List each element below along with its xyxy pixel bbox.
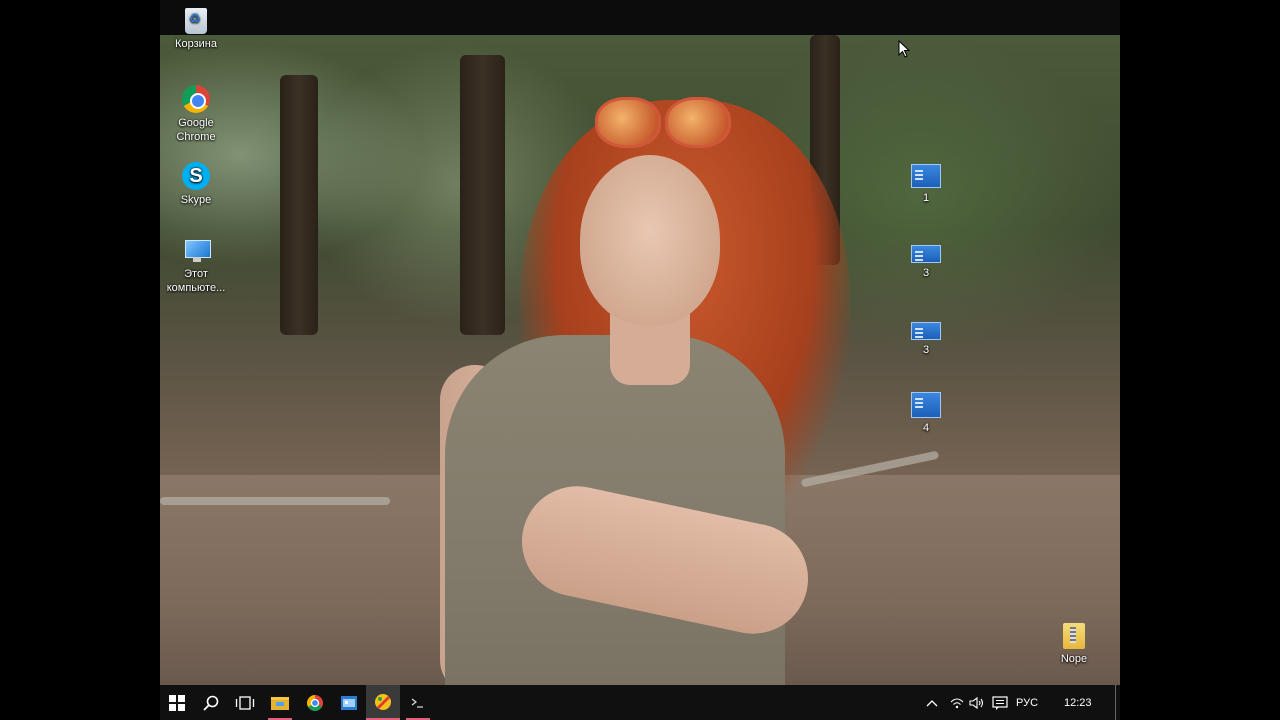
search-icon [203,695,219,711]
tray-volume[interactable] [968,685,986,720]
tray-action-center[interactable] [990,685,1010,720]
chrome-icon [182,85,210,113]
window-file-icon [911,322,941,340]
taskbar-app[interactable] [332,685,366,720]
desktop-icon-label: 3 [922,267,930,279]
chrome-icon [307,694,323,711]
desktop-icon-label: Skype [180,194,212,206]
desktop-icon-file-4[interactable]: 4 [888,392,964,435]
task-view-icon [235,695,255,710]
start-button[interactable] [160,685,194,720]
chevron-up-icon [926,699,938,706]
mouse-cursor-icon [898,40,910,58]
desktop-icon-label: Этот компьюте... [166,268,226,294]
tray-network[interactable] [948,685,966,720]
file-explorer-icon [271,696,289,710]
window-file-icon [911,392,941,418]
desktop-icon-label: 4 [922,422,930,434]
tray-show-hidden-button[interactable] [923,685,941,720]
search-button[interactable] [194,685,228,720]
taskbar-paint[interactable] [366,685,400,720]
desktop-icon-file-3b[interactable]: 3 [888,322,964,357]
desktop-icon-skype[interactable]: S Skype [160,162,234,207]
speaker-icon [969,696,984,709]
app-icon [341,695,357,710]
desktop-icon-chrome[interactable]: Google Chrome [160,85,234,144]
zip-folder-icon [1063,623,1085,649]
desktop-icon-label: Корзина [175,38,217,50]
window-file-icon [911,164,941,188]
recycle-bin-icon [185,8,207,34]
wifi-icon [950,697,964,708]
window-file-icon [911,245,941,263]
desktop-icon-label: Nope [1060,653,1088,665]
wallpaper-sunglasses [595,97,731,152]
desktop-icon-label: Google Chrome [176,117,216,143]
desktop-icon-nope[interactable]: Nope [1036,623,1112,666]
desktop-icon-file-3a[interactable]: 3 [888,245,964,280]
desktop-icon-file-1[interactable]: 1 [888,164,964,205]
desktop-icon-this-pc[interactable]: Этот компьюте... [160,240,234,295]
desktop-wallpaper [160,35,1120,685]
tray-clock[interactable]: 12:23 [1064,685,1098,720]
start-icon [169,694,185,711]
desktop-icon-label: 3 [922,344,930,356]
desktop-icon-recycle-bin[interactable]: Корзина [160,8,234,51]
terminal-icon [411,698,423,708]
notification-icon [992,695,1008,710]
desktop-icon-label: 1 [922,192,930,204]
skype-icon: S [182,162,210,190]
taskbar: РУС 12:23 [160,685,1120,720]
tray-language[interactable]: РУС [1016,685,1044,720]
taskbar-terminal[interactable] [400,685,436,720]
wallpaper-person-face [580,155,720,325]
show-desktop-button[interactable] [1115,685,1120,720]
desktop-screen: Корзина Google Chrome S Skype Этот компь… [160,0,1120,720]
task-view-button[interactable] [228,685,262,720]
this-pc-icon [181,240,211,264]
taskbar-file-explorer[interactable] [262,685,298,720]
clock-time: 12:23 [1064,696,1092,709]
taskbar-chrome[interactable] [298,685,332,720]
language-indicator: РУС [1016,696,1039,709]
paint-icon [375,693,391,710]
